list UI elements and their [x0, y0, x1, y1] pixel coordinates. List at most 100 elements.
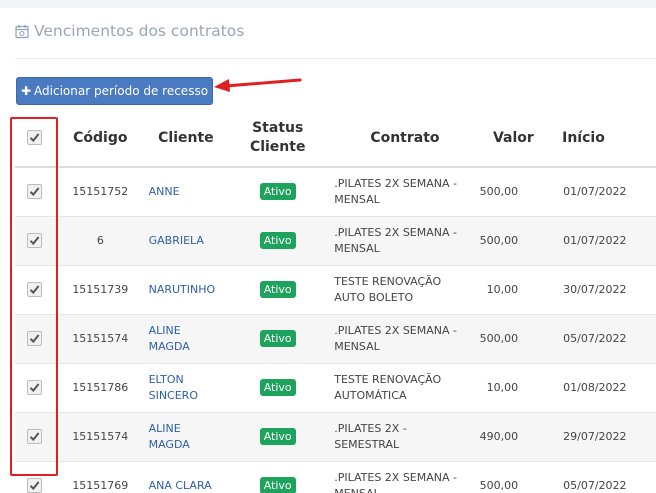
inicio-cell: 01/07/2022: [547, 215, 656, 265]
header-contrato[interactable]: Contrato: [330, 110, 480, 168]
client-link[interactable]: ALINE MAGDA: [146, 411, 226, 461]
status-cell: Ativo: [225, 460, 331, 493]
client-link[interactable]: ALINE MAGDA: [146, 313, 226, 363]
client-link[interactable]: ELTON SINCERO: [146, 362, 226, 412]
client-name-line1: ELTON: [148, 372, 184, 386]
client-link[interactable]: ANA CLARA: [146, 460, 226, 493]
valor-cell: 500,00: [479, 460, 548, 493]
add-recess-period-label: Adicionar período de recesso: [34, 84, 209, 98]
contract-line1: .PILATES 2X SEMANA -: [334, 323, 457, 337]
client-link[interactable]: NARUTINHO: [146, 264, 226, 314]
header-cliente[interactable]: Cliente: [146, 110, 226, 168]
contract-line2: MENSAL: [334, 241, 380, 255]
table-row[interactable]: 6 GABRIELA Ativo .PILATES 2X SEMANA - MENSAL…: [15, 215, 656, 265]
row-checkbox[interactable]: [27, 331, 43, 346]
inicio-cell: 30/07/2022: [547, 264, 656, 314]
codigo-cell: 15151786: [54, 362, 147, 412]
valor-cell: 500,00: [479, 166, 548, 216]
checkmark-icon: [29, 285, 40, 295]
client-link[interactable]: GABRIELA: [146, 215, 226, 265]
status-badge: Ativo: [259, 330, 296, 347]
row-select-cell: [15, 215, 55, 265]
inicio-cell: 05/07/2022: [547, 460, 656, 493]
status-cell: Ativo: [225, 215, 331, 265]
row-checkbox[interactable]: [27, 184, 43, 200]
contract-line2: MENSAL: [334, 487, 380, 493]
status-cell: Ativo: [225, 362, 331, 412]
header-inicio[interactable]: Início: [547, 110, 656, 168]
client-link[interactable]: ANNE: [146, 166, 226, 216]
contract-cell: TESTE RENOVAÇÃO AUTO BOLETO: [330, 264, 480, 314]
status-badge: Ativo: [259, 477, 296, 493]
header-status-line1: Status: [252, 120, 304, 136]
top-strip: [0, 0, 656, 8]
contract-line2: MENSAL: [334, 192, 380, 206]
contract-line1: .PILATES 2X SEMANA -: [334, 225, 457, 239]
valor-cell: 500,00: [479, 313, 548, 363]
contract-line2: SEMESTRAL: [334, 437, 400, 451]
status-cell: Ativo: [225, 313, 331, 363]
contract-line1: TESTE RENOVAÇÃO: [334, 274, 442, 288]
client-name-line2: SINCERO: [148, 388, 198, 402]
contract-line1: .PILATES 2X SEMANA -: [334, 176, 457, 190]
checkmark-icon: [29, 133, 40, 143]
client-name-line1: ANA CLARA: [148, 478, 212, 492]
header-valor[interactable]: Valor: [479, 110, 548, 168]
status-badge: Ativo: [259, 281, 296, 298]
codigo-cell: 15151752: [54, 166, 147, 216]
page: Vencimentos dos contratos ✚ Adicionar pe…: [0, 0, 656, 493]
contract-line1: TESTE RENOVAÇÃO: [334, 372, 442, 386]
table-row[interactable]: 15151739 NARUTINHO Ativo TESTE RENOVAÇÃO AUT…: [15, 264, 656, 314]
row-checkbox[interactable]: [27, 380, 43, 395]
select-all-checkbox[interactable]: [27, 130, 43, 145]
codigo-cell: 15151769: [54, 460, 147, 493]
add-recess-period-button[interactable]: ✚ Adicionar período de recesso: [16, 77, 213, 105]
inicio-cell: 01/08/2022: [547, 362, 656, 412]
contract-cell: .PILATES 2X - SEMESTRAL: [330, 411, 480, 461]
client-name-line1: GABRIELA: [148, 233, 204, 247]
row-checkbox[interactable]: [27, 282, 43, 297]
checkmark-icon: [29, 334, 40, 344]
select-all-header: [15, 110, 55, 168]
row-select-cell: [15, 313, 55, 363]
client-name-line1: ALINE MAGDA: [148, 323, 190, 353]
row-checkbox[interactable]: [27, 478, 43, 493]
inicio-cell: 01/07/2022: [547, 166, 656, 216]
table-row[interactable]: 15151574 ALINE MAGDA Ativo .PILATES 2X SEMA…: [15, 313, 656, 363]
codigo-cell: 6: [54, 215, 147, 265]
row-checkbox[interactable]: [27, 429, 43, 444]
table-row[interactable]: 15151752 ANNE Ativo .PILATES 2X SEMANA - MEN…: [15, 166, 656, 216]
row-checkbox[interactable]: [27, 233, 43, 248]
inicio-cell: 05/07/2022: [547, 313, 656, 363]
valor-cell: 10,00: [479, 362, 548, 412]
row-select-cell: [15, 362, 55, 412]
row-select-cell: [15, 411, 55, 461]
status-badge: Ativo: [259, 428, 296, 445]
plus-icon: ✚: [20, 84, 32, 98]
contracts-table: Código Cliente Status Cliente Contrato V…: [15, 110, 656, 493]
table-row[interactable]: 15151769 ANA CLARA Ativo .PILATES 2X SEMANA…: [15, 460, 656, 493]
table-row[interactable]: 15151786 ELTON SINCERO Ativo TESTE RENOVAÇÃO…: [15, 362, 656, 412]
status-badge: Ativo: [259, 232, 296, 249]
contract-cell: TESTE RENOVAÇÃO AUTOMÁTICA: [330, 362, 480, 412]
checkmark-icon: [29, 481, 40, 491]
status-cell: Ativo: [225, 411, 331, 461]
contract-cell: .PILATES 2X SEMANA - MENSAL: [330, 313, 480, 363]
contract-line2: AUTO BOLETO: [334, 290, 414, 304]
contract-cell: .PILATES 2X SEMANA - MENSAL: [330, 460, 480, 493]
contract-line1: .PILATES 2X SEMANA -: [334, 470, 457, 484]
client-name-line1: ANNE: [148, 184, 180, 198]
checkmark-icon: [29, 236, 40, 246]
row-select-cell: [15, 460, 55, 493]
contract-cell: .PILATES 2X SEMANA - MENSAL: [330, 166, 480, 216]
header-status-cliente[interactable]: Status Cliente: [225, 110, 331, 168]
header-codigo[interactable]: Código: [54, 110, 147, 168]
table-row[interactable]: 15151574 ALINE MAGDA Ativo .PILATES 2X - SEM…: [15, 411, 656, 461]
codigo-cell: 15151574: [54, 411, 147, 461]
status-cell: Ativo: [225, 166, 331, 216]
status-cell: Ativo: [225, 264, 331, 314]
codigo-cell: 15151739: [54, 264, 147, 314]
contract-line2: AUTOMÁTICA: [334, 388, 407, 402]
divider: [15, 58, 656, 59]
row-select-cell: [15, 166, 55, 216]
